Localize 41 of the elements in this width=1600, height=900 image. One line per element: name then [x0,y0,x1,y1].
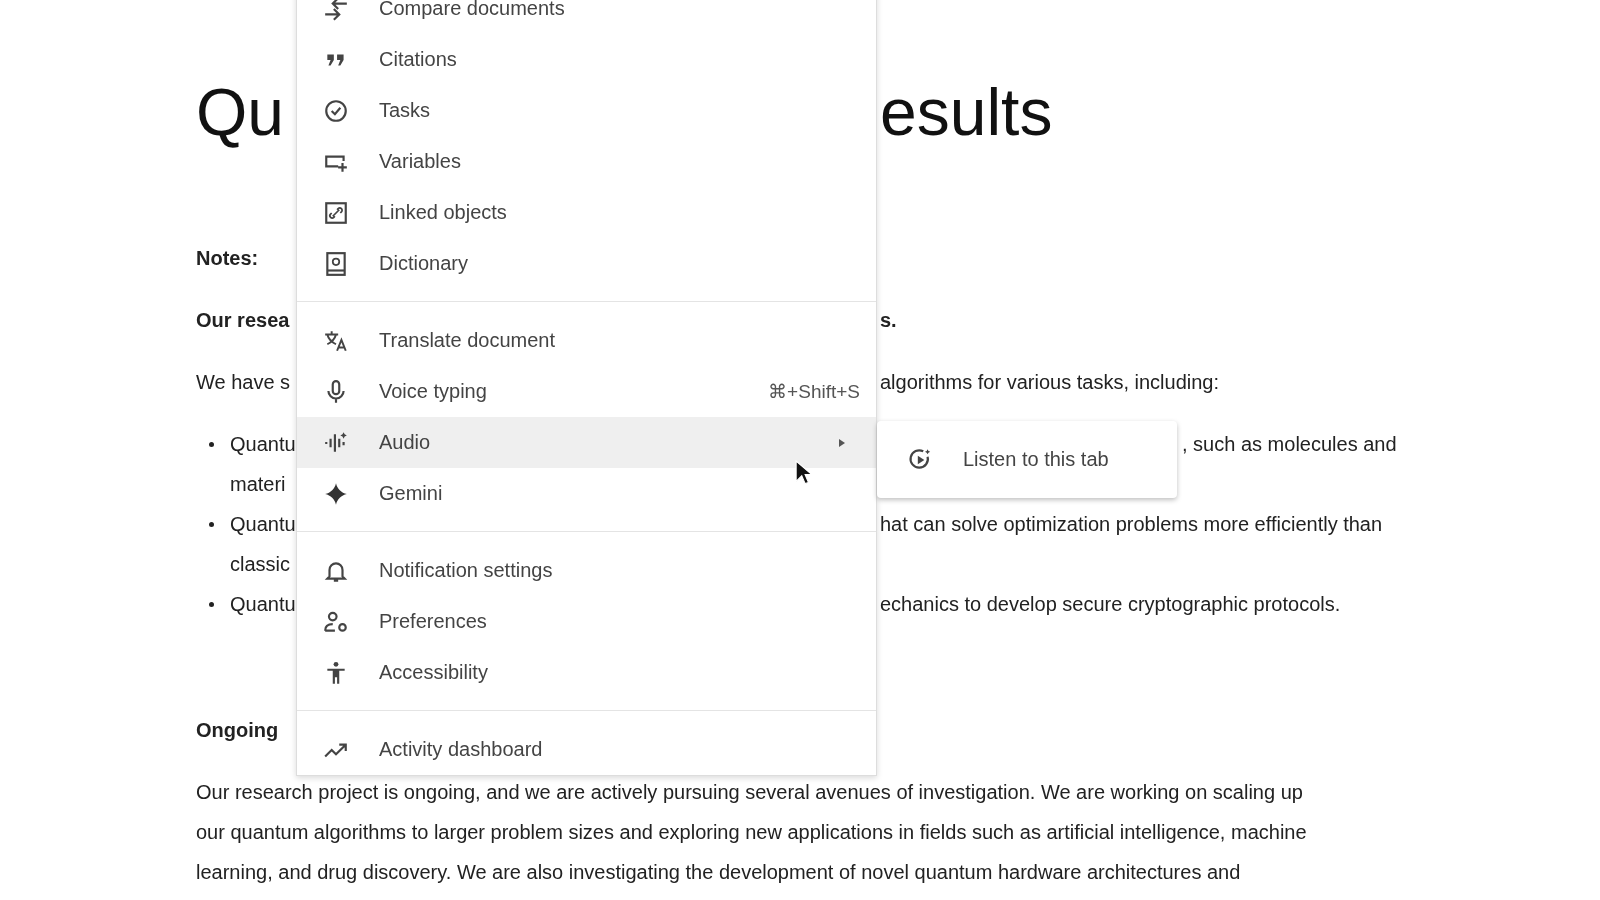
bullet-icon [209,521,214,527]
body-text: echanics to develop secure cryptographic protocols. [880,592,1341,616]
body-text: Quantu [230,432,296,456]
body-text: Quantu [230,592,296,616]
link-icon [323,199,349,226]
body-text: Quantu [230,512,296,536]
mouse-cursor-icon [795,460,813,487]
book-icon [323,250,349,277]
check-circle-icon [323,97,349,124]
body-text: algorithms for various tasks, including: [880,370,1220,394]
section-heading: Notes: [196,246,259,270]
section-heading: Ongoing [196,718,279,742]
body-paragraph: Our research project is ongoing, and we are actively pursuing several avenues of investigation. We are working on scaling up our quantum algorithms to larger problem sizes and exploring new applications in fields such as artificial intelligence, machine learning, and drug discovery. We are also investigating the development of novel quantum hardware architectures and [196,780,1308,885]
body-text: We have s [196,370,291,394]
bullet-icon [209,601,214,607]
menu-item[interactable]: Variables [297,136,876,187]
menu-item[interactable]: Notification settings [297,545,876,596]
document-title: esults [880,74,1053,151]
shortcut-text: ⌘+Shift+S [768,380,860,403]
menu-item[interactable]: Dictionary [297,238,876,289]
menu-item[interactable]: Preferences [297,596,876,647]
menu-item[interactable]: Gemini [297,468,876,519]
menu-item[interactable]: Tasks [297,85,876,136]
body-text: materi [230,472,286,496]
menu-item[interactable]: Voice typing ⌘+Shift+S [297,366,876,417]
menu-item[interactable]: Listen to this tab [877,429,1177,490]
menu-item[interactable]: Citations [297,34,876,85]
body-text: Our resea [196,308,290,332]
compare-icon [323,0,349,22]
document-title: Qu [196,74,285,151]
menu-item[interactable]: Audio [297,417,876,468]
body-text: , such as molecules and [1182,432,1397,456]
menu-item[interactable]: Compare documents [297,0,876,34]
menu-item[interactable]: Accessibility [297,647,876,698]
bullet-icon [209,441,214,447]
menu-item[interactable]: Activity dashboard [297,724,876,775]
body-text: classic [230,552,290,576]
body-text: s. [880,308,897,332]
menu-item[interactable]: Translate document [297,315,876,366]
body-text: hat can solve optimization problems more efficiently than [880,512,1383,536]
menu-item[interactable]: Linked objects [297,187,876,238]
